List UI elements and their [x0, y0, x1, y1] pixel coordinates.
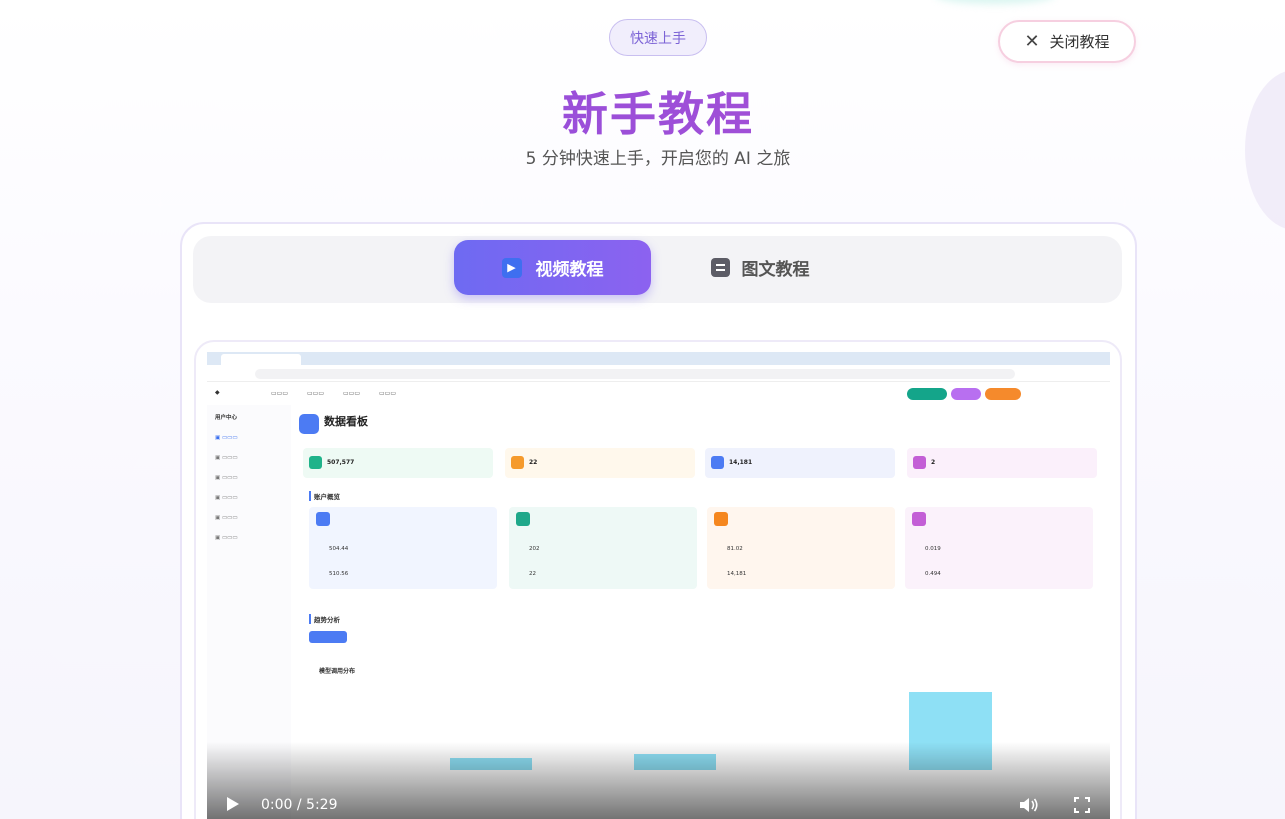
frame-account-card: 202 22 [509, 507, 697, 589]
frame-stat-icon [309, 456, 322, 469]
frame-sidebar-item: ▣ ▭▭▭ [215, 495, 238, 501]
document-icon [710, 258, 730, 277]
tab-text-label: 图文教程 [741, 260, 810, 280]
frame-nav-item: ▭▭▭ [307, 390, 325, 397]
frame-account-icon [714, 512, 728, 526]
frame-account-value: 510.56 [329, 571, 349, 577]
frame-pill [951, 388, 981, 400]
frame-stat-icon [711, 456, 724, 469]
frame-stat-card: 22 [505, 448, 695, 478]
frame-stat-value: 507,577 [327, 459, 355, 466]
frame-section-trend: 趋势分析 [309, 614, 340, 624]
frame-sidebar-item: ▣ ▭▭▭ [215, 455, 238, 461]
frame-account-icon [316, 512, 330, 526]
frame-sidebar-item: ▣ ▭▭▭ [215, 475, 238, 481]
frame-pill [985, 388, 1021, 400]
frame-logo: ◆ [215, 389, 220, 396]
decorative-blob-top [935, 0, 1055, 4]
frame-account-card: 504.44 510.56 [309, 507, 497, 589]
frame-sidebar-header: 用户中心 [215, 415, 238, 421]
frame-browser-bar [207, 352, 1110, 365]
tab-text-tutorial[interactable]: 图文教程 [690, 240, 830, 295]
video-player[interactable]: ◆ ▭▭▭ ▭▭▭ ▭▭▭ ▭▭▭ 用户中心 ▣ ▭▭▭ ▣ ▭▭▭ ▣ ▭▭▭… [207, 352, 1110, 819]
frame-address-bar [207, 365, 1110, 382]
close-tutorial-label: 关闭教程 [1049, 33, 1110, 51]
frame-stat-value: 2 [931, 459, 936, 466]
frame-section-account: 账户概览 [309, 491, 340, 501]
frame-nav-item: ▭▭▭ [271, 390, 289, 397]
frame-stat-card: 2 [907, 448, 1097, 478]
video-time: 0:00 / 5:29 [261, 797, 338, 813]
frame-nav-item: ▭▭▭ [379, 390, 397, 397]
tab-video-label: 视频教程 [535, 260, 604, 280]
frame-chart-title: 模型调用分布 [319, 668, 356, 675]
frame-dashboard-title: 数据看板 [324, 415, 368, 428]
page-title: 新手教程 [0, 78, 1285, 144]
close-tutorial-button[interactable]: ✕ 关闭教程 [998, 20, 1136, 63]
frame-stat-icon [913, 456, 926, 469]
frame-account-value: 22 [529, 571, 536, 577]
frame-account-value: 202 [529, 546, 540, 552]
frame-account-value: 0.019 [925, 546, 941, 552]
play-icon: ▶ [501, 257, 522, 278]
frame-stat-value: 14,181 [729, 459, 753, 466]
page-subtitle: 5 分钟快速上手，开启您的 AI 之旅 [525, 149, 791, 169]
frame-app-nav: ◆ ▭▭▭ ▭▭▭ ▭▭▭ ▭▭▭ [207, 383, 1110, 405]
frame-address-field [255, 369, 1015, 379]
frame-stat-value: 22 [529, 459, 538, 466]
frame-sidebar-item: ▣ ▭▭▭ [215, 435, 238, 441]
frame-account-icon [912, 512, 926, 526]
tab-video-tutorial[interactable]: ▶ 视频教程 [454, 240, 651, 295]
close-icon: ✕ [1024, 31, 1040, 52]
frame-sidebar-item: ▣ ▭▭▭ [215, 535, 238, 541]
frame-segment-button [309, 631, 347, 643]
frame-account-value: 14,181 [727, 571, 747, 577]
volume-button[interactable] [1019, 797, 1039, 813]
fullscreen-button[interactable] [1074, 797, 1090, 813]
frame-account-value: 81.02 [727, 546, 743, 552]
play-button[interactable] [227, 797, 239, 811]
tutorial-tabs [193, 236, 1122, 303]
quick-start-badge: 快速上手 [609, 19, 707, 56]
frame-account-card: 81.02 14,181 [707, 507, 895, 589]
frame-browser-tab [221, 354, 301, 365]
video-controls: 0:00 / 5:29 [207, 788, 1110, 819]
frame-nav-item: ▭▭▭ [343, 390, 361, 397]
frame-account-icon [516, 512, 530, 526]
frame-account-card: 0.019 0.494 [905, 507, 1093, 589]
frame-dashboard-icon [299, 414, 319, 434]
frame-account-value: 0.494 [925, 571, 941, 577]
frame-stat-card: 507,577 [303, 448, 493, 478]
frame-stat-card: 14,181 [705, 448, 895, 478]
frame-pill [907, 388, 947, 400]
frame-stat-icon [511, 456, 524, 469]
frame-account-value: 504.44 [329, 546, 349, 552]
frame-sidebar-item: ▣ ▭▭▭ [215, 515, 238, 521]
